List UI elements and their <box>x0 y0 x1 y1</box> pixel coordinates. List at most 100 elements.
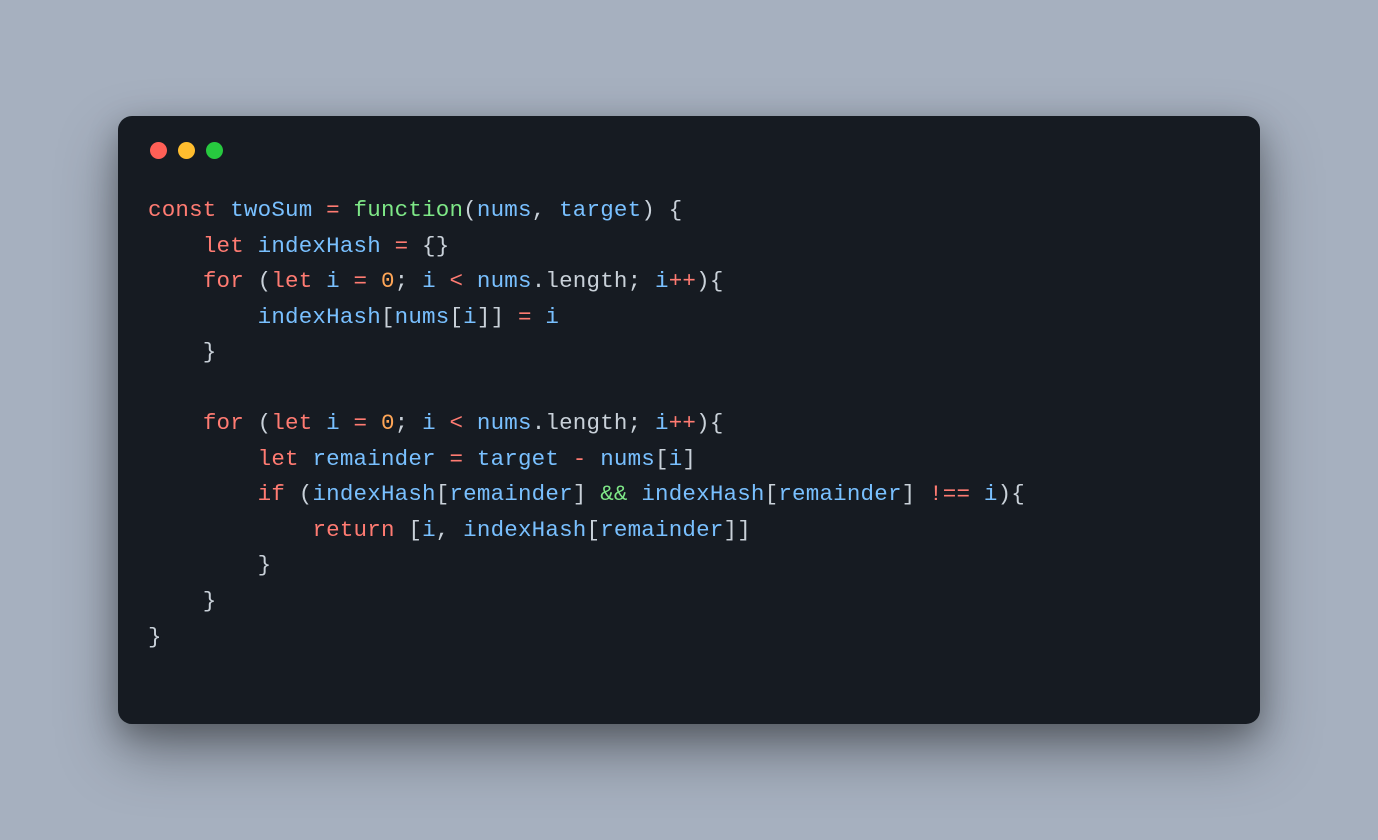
code-token <box>436 446 450 472</box>
code-token: remainder <box>600 517 723 543</box>
code-token: let <box>203 233 244 259</box>
code-token: indexHash <box>258 304 381 330</box>
code-token: ( <box>285 481 312 507</box>
code-token <box>148 481 258 507</box>
code-token: ){ <box>696 268 723 294</box>
code-token: = <box>326 197 340 223</box>
code-token: && <box>600 481 627 507</box>
code-token: } <box>148 624 162 650</box>
code-token: i <box>545 304 559 330</box>
code-token: function <box>354 197 464 223</box>
code-token: 0 <box>381 268 395 294</box>
code-token: ){ <box>696 410 723 436</box>
code-token: nums <box>477 268 532 294</box>
code-token: [ <box>765 481 779 507</box>
code-token: twoSum <box>230 197 312 223</box>
code-token <box>312 410 326 436</box>
code-token <box>463 446 477 472</box>
code-token: ) { <box>641 197 682 223</box>
code-token <box>532 304 546 330</box>
code-editor-content: const twoSum = function(nums, target) { … <box>148 193 1230 655</box>
code-token: ){ <box>998 481 1025 507</box>
code-token <box>148 268 203 294</box>
close-icon[interactable] <box>150 142 167 159</box>
code-token: for <box>203 410 244 436</box>
code-token: = <box>518 304 532 330</box>
code-token: indexHash <box>258 233 381 259</box>
code-token: , <box>532 197 559 223</box>
code-token: } <box>148 339 217 365</box>
minimize-icon[interactable] <box>178 142 195 159</box>
code-token: const <box>148 197 217 223</box>
code-token: [ <box>381 304 395 330</box>
code-token: , <box>436 517 463 543</box>
code-token: ++ <box>669 268 696 294</box>
code-token: remainder <box>312 446 435 472</box>
code-token: nums <box>600 446 655 472</box>
code-token <box>970 481 984 507</box>
code-token <box>148 517 312 543</box>
code-token: [ <box>449 304 463 330</box>
code-token <box>217 197 231 223</box>
code-token: ( <box>463 197 477 223</box>
code-token: .length; <box>532 410 655 436</box>
code-token <box>148 304 258 330</box>
code-token: ] <box>902 481 929 507</box>
code-token: i <box>463 304 477 330</box>
code-token: !== <box>929 481 970 507</box>
code-token <box>628 481 642 507</box>
code-token <box>312 268 326 294</box>
code-token: [ <box>655 446 669 472</box>
code-token: ]] <box>724 517 751 543</box>
code-token <box>340 268 354 294</box>
code-token <box>463 410 477 436</box>
code-token: for <box>203 268 244 294</box>
code-token: target <box>477 446 559 472</box>
code-token: < <box>449 268 463 294</box>
code-token: [ <box>436 481 450 507</box>
code-token <box>381 233 395 259</box>
code-token <box>148 446 258 472</box>
code-token: = <box>354 268 368 294</box>
code-token: i <box>655 268 669 294</box>
code-token <box>148 233 203 259</box>
code-token <box>312 197 326 223</box>
code-token <box>367 268 381 294</box>
code-token: i <box>326 410 340 436</box>
code-token: = <box>395 233 409 259</box>
code-token: ( <box>244 410 271 436</box>
code-token <box>436 410 450 436</box>
code-token: target <box>559 197 641 223</box>
code-token: indexHash <box>641 481 764 507</box>
code-token: ( <box>244 268 271 294</box>
code-token <box>340 197 354 223</box>
code-token: remainder <box>449 481 572 507</box>
code-token: indexHash <box>312 481 435 507</box>
code-token: nums <box>477 197 532 223</box>
code-token: ++ <box>669 410 696 436</box>
code-token: .length; <box>532 268 655 294</box>
code-token: let <box>258 446 299 472</box>
code-token <box>299 446 313 472</box>
code-token: i <box>422 517 436 543</box>
code-token: indexHash <box>463 517 586 543</box>
code-token: if <box>258 481 285 507</box>
code-token: = <box>354 410 368 436</box>
code-token <box>559 446 573 472</box>
code-token: = <box>449 446 463 472</box>
code-token <box>463 268 477 294</box>
code-token: ; <box>395 268 422 294</box>
code-token: let <box>271 410 312 436</box>
maximize-icon[interactable] <box>206 142 223 159</box>
code-token: i <box>984 481 998 507</box>
code-window: const twoSum = function(nums, target) { … <box>118 116 1260 724</box>
code-token <box>587 446 601 472</box>
code-token: i <box>422 410 436 436</box>
code-token: [ <box>395 517 422 543</box>
code-token <box>436 268 450 294</box>
code-token: } <box>148 552 271 578</box>
code-token <box>340 410 354 436</box>
code-token: remainder <box>778 481 901 507</box>
code-token: 0 <box>381 410 395 436</box>
code-token: i <box>326 268 340 294</box>
